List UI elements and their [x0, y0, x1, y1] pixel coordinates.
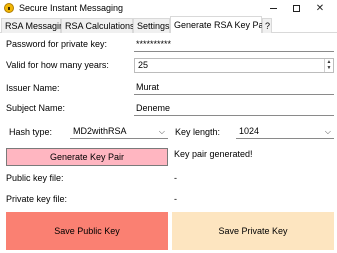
tab-rsa-messaging[interactable]: RSA Messaging [1, 18, 69, 33]
save-private-key-button[interactable]: Save Private Key [172, 212, 334, 250]
issuer-label: Issuer Name: [6, 83, 60, 93]
password-field[interactable]: ********** [134, 38, 334, 52]
title-bar: Secure Instant Messaging ✕ [0, 0, 337, 16]
triangle-down-icon[interactable]: ▼ [325, 65, 333, 71]
public-key-file-value: - [174, 173, 177, 183]
tab-generate-rsa-key-pair[interactable]: Generate RSA Key Pair [170, 16, 269, 33]
chevron-down-icon: ⌵ [324, 127, 331, 136]
chevron-down-icon: ⌵ [158, 127, 165, 136]
maximize-icon [292, 4, 300, 12]
key-length-label: Key length: [175, 127, 221, 137]
years-spinner[interactable]: 25 ▲ ▼ [134, 58, 334, 73]
public-key-file-label: Public key file: [6, 173, 64, 183]
password-label: Password for private key: [6, 39, 108, 49]
minimize-button[interactable] [261, 0, 285, 16]
close-icon: ✕ [315, 2, 325, 14]
minimize-icon [269, 7, 277, 9]
tab-help[interactable]: ? [262, 18, 272, 33]
maximize-button[interactable] [284, 0, 308, 16]
private-key-file-value: - [174, 194, 177, 204]
lock-icon [4, 3, 14, 13]
tab-settings[interactable]: Settings [133, 18, 170, 33]
key-length-value: 1024 [239, 126, 260, 136]
years-label: Valid for how many years: [6, 60, 109, 70]
spinner-buttons: ▲ ▼ [324, 59, 333, 72]
tab-bar: RSA Messaging RSA Calculations Settings … [0, 16, 337, 33]
subject-field[interactable]: Deneme [134, 102, 334, 116]
private-key-file-label: Private key file: [6, 194, 68, 204]
save-public-key-button[interactable]: Save Public Key [6, 212, 168, 250]
hash-type-label: Hash type: [9, 127, 53, 137]
save-private-key-label: Save Private Key [218, 226, 288, 236]
issuer-field[interactable]: Murat [134, 81, 334, 95]
years-value: 25 [138, 60, 149, 70]
window-title: Secure Instant Messaging [19, 3, 124, 13]
hash-type-select[interactable]: MD2withRSA ⌵ [70, 125, 168, 139]
hash-type-value: MD2withRSA [73, 126, 127, 136]
subject-label: Subject Name: [6, 103, 66, 113]
generate-key-pair-button[interactable]: Generate Key Pair [6, 148, 168, 166]
tab-rsa-calculations[interactable]: RSA Calculations [61, 18, 135, 33]
key-length-select[interactable]: 1024 ⌵ [236, 125, 334, 139]
close-button[interactable]: ✕ [308, 0, 332, 16]
save-public-key-label: Save Public Key [54, 226, 120, 236]
status-message: Key pair generated! [174, 149, 253, 159]
